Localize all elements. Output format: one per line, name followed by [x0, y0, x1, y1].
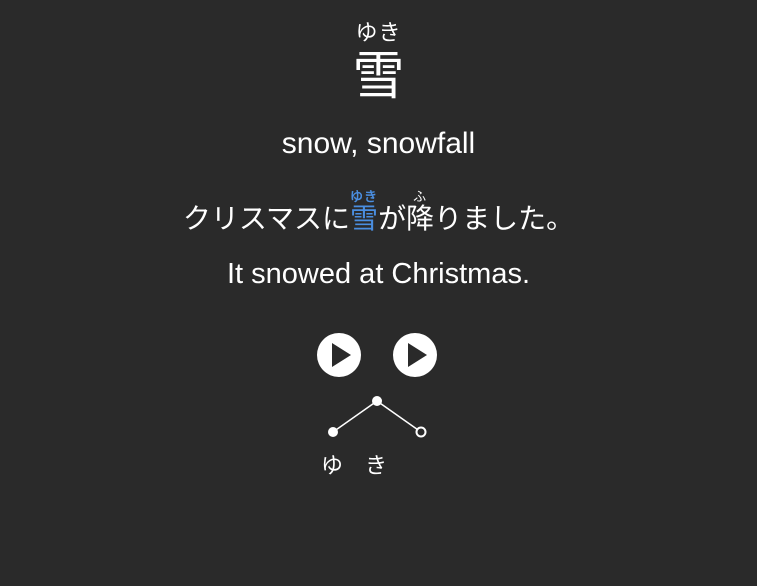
pitch-accent-graph: [328, 396, 427, 438]
play-sentence-audio-button[interactable]: [392, 332, 438, 378]
word-kanji: 雪: [352, 47, 405, 107]
sentence-target-reading: ゆき: [350, 190, 379, 205]
word-reading: ゆき: [355, 21, 402, 46]
pitch-line-rise: [332, 400, 378, 433]
pitch-dot-high: [372, 396, 382, 406]
sentence-kanji-2-char: 降: [406, 202, 435, 235]
sentence-target-kanji: 雪: [350, 202, 379, 235]
sentence-kanji-2: 降ふ: [406, 191, 435, 236]
sentence-kanji-2-reading: ふ: [406, 190, 435, 205]
sentence-part-2: が: [378, 202, 407, 235]
play-icon: [317, 333, 361, 377]
sentence-translation: It snowed at Christmas.: [227, 258, 530, 290]
play-word-audio-button[interactable]: [316, 332, 362, 378]
pitch-mora-1: ゆ: [320, 454, 343, 479]
flashcard: ゆき 雪 snow, snowfall クリスマスに雪ゆきが降ふりました。 It…: [0, 0, 757, 586]
pitch-line-fall: [376, 400, 422, 433]
pitch-dot-low: [328, 427, 338, 437]
sentence-part-3: りました。: [434, 202, 575, 235]
example-sentence: クリスマスに雪ゆきが降ふりました。: [0, 190, 757, 237]
play-icon: [393, 333, 437, 377]
sentence-part-1: クリスマスに: [182, 202, 351, 235]
word-meaning: snow, snowfall: [281, 127, 476, 160]
pitch-mora-2: き: [364, 454, 387, 479]
pitch-dot-particle: [415, 426, 427, 438]
sentence-target-word: 雪ゆき: [350, 191, 379, 236]
